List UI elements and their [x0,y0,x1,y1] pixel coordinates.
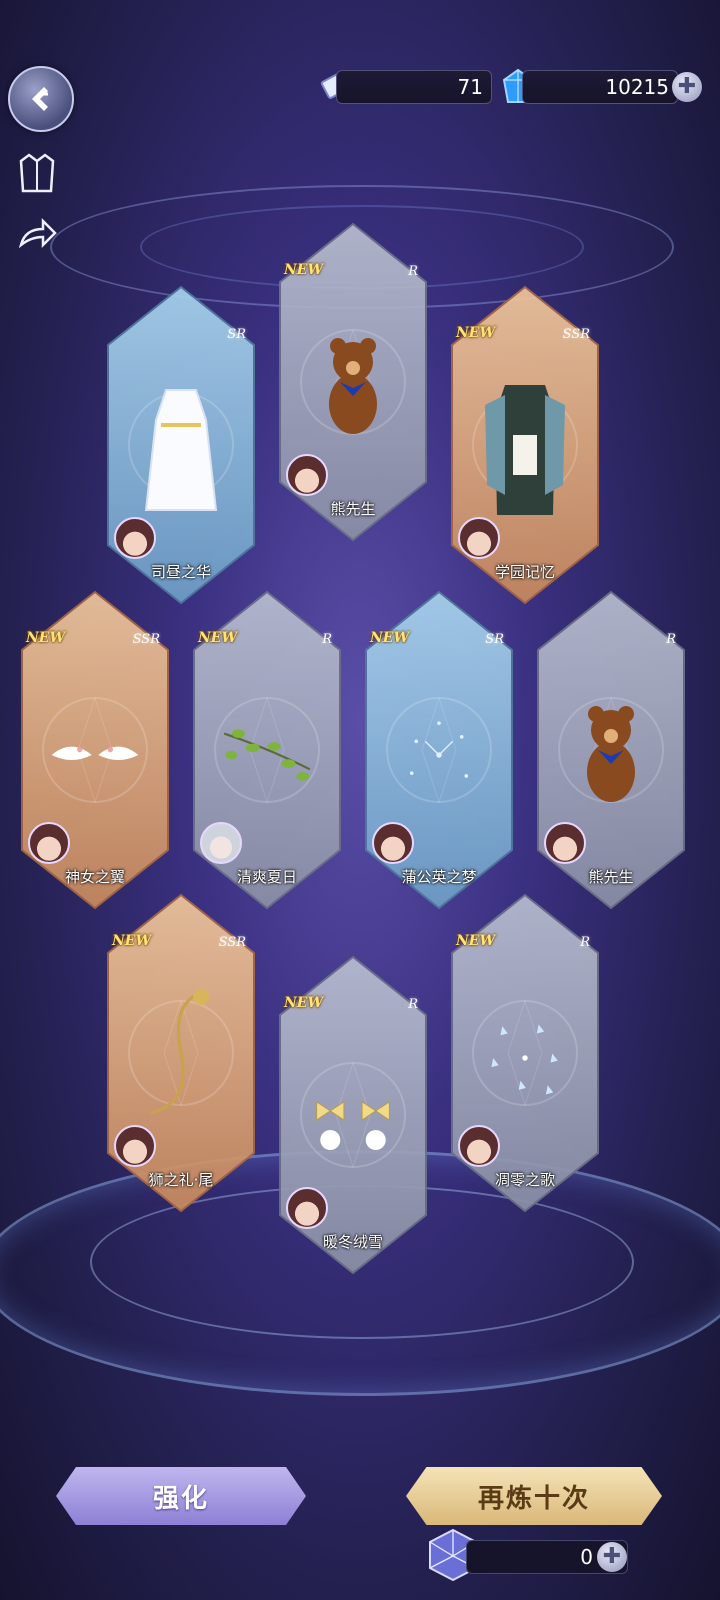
rarity-label: R [666,632,676,647]
item-name: 暖冬绒雪 [322,1233,383,1251]
new-badge: NEW [456,325,496,341]
back-button[interactable] [8,66,74,132]
item-image [131,380,231,520]
avatar [200,822,242,864]
draw-ten-again-label: 再炼十次 [477,1483,590,1514]
add-diamonds-button[interactable]: ✚ [672,72,702,102]
plus-icon: ✚ [602,1544,622,1569]
result-card[interactable]: R 熊先生 [536,590,686,910]
item-image [131,988,231,1128]
draw-ten-again-button[interactable]: 再炼十次 [406,1467,662,1525]
avatar [458,1125,500,1167]
result-card[interactable]: NEW R 清爽夏日 [192,590,342,910]
item-name: 熊先生 [588,868,634,886]
diamond-count: 10215 [605,75,669,99]
outfit-button[interactable] [14,150,60,196]
avatar [372,822,414,864]
rarity-label: SSR [218,935,246,950]
result-card[interactable]: NEW SR 蒲公英之梦 [364,590,514,910]
enhance-button[interactable]: 强化 [56,1467,306,1525]
item-image [303,1050,403,1190]
rarity-label: R [408,264,418,279]
avatar [544,822,586,864]
rarity-label: SSR [132,632,160,647]
item-image [475,380,575,520]
crystal-count: 0 [580,1545,593,1569]
item-image [475,988,575,1128]
new-badge: NEW [112,933,152,949]
new-badge: NEW [284,262,324,278]
item-name: 熊先生 [330,500,376,518]
item-name: 司昼之华 [150,563,211,581]
share-icon [18,217,57,249]
item-name: 神女之翼 [64,868,125,886]
item-name: 蒲公英之梦 [401,868,477,886]
rarity-label: SSR [562,327,590,342]
back-arrow-icon [32,87,48,111]
new-badge: NEW [370,630,410,646]
add-crystal-button[interactable]: ✚ [597,1542,627,1572]
avatar [286,454,328,496]
result-card[interactable]: NEW R 暖冬绒雪 [278,955,428,1275]
item-name: 学园记忆 [494,563,555,581]
result-card[interactable]: NEW SSR 狮之礼·尾 [106,893,256,1213]
result-card[interactable]: NEW R 熊先生 [278,222,428,542]
item-name: 狮之礼·尾 [148,1171,214,1189]
rarity-label: R [580,935,590,950]
result-card[interactable]: SR 司昼之华 [106,285,256,605]
ticket-count: 71 [457,75,483,99]
rarity-label: SR [485,632,504,647]
new-badge: NEW [26,630,66,646]
item-image [303,317,403,457]
plus-icon: ✚ [677,74,697,99]
avatar [286,1187,328,1229]
result-card[interactable]: NEW R 凋零之歌 [450,893,600,1213]
share-button[interactable] [14,214,60,260]
new-badge: NEW [284,995,324,1011]
item-image [45,685,145,825]
new-badge: NEW [198,630,238,646]
rarity-label: R [408,997,418,1012]
diamond-counter: 10215 [522,70,678,104]
avatar [114,1125,156,1167]
avatar [28,822,70,864]
new-badge: NEW [456,933,496,949]
item-name: 清爽夏日 [236,868,297,886]
avatar [114,517,156,559]
enhance-label: 强化 [152,1483,209,1514]
rarity-label: SR [227,327,246,342]
jacket-icon [19,153,55,193]
item-name: 凋零之歌 [494,1171,555,1189]
result-card[interactable]: NEW SSR 神女之翼 [20,590,170,910]
item-image [217,685,317,825]
ticket-counter: 71 [336,70,492,104]
result-card[interactable]: NEW SSR 学园记忆 [450,285,600,605]
item-image [561,685,661,825]
rarity-label: R [322,632,332,647]
avatar [458,517,500,559]
item-image [389,685,489,825]
